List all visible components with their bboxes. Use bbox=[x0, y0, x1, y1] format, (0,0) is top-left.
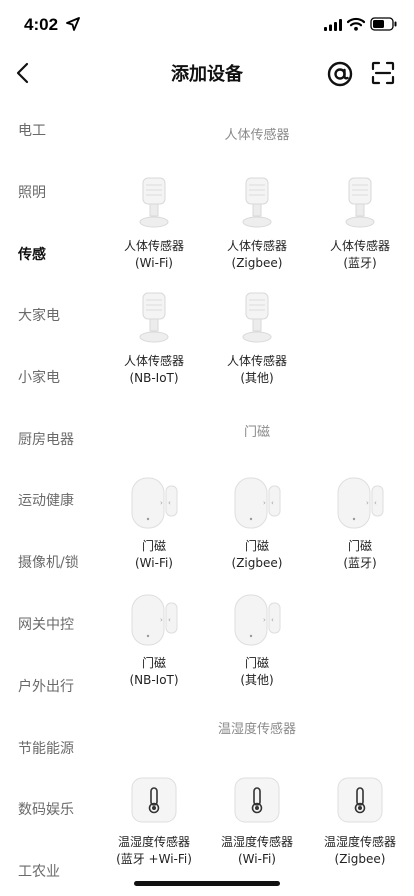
device-protocol: (Wi-Fi) bbox=[135, 256, 173, 270]
nav-bar: 添加设备 bbox=[0, 48, 414, 98]
device-name: 人体传感器 bbox=[123, 239, 184, 253]
motion-sensor-icon bbox=[242, 177, 272, 228]
door-sensor-icon: › ‹ bbox=[234, 594, 281, 646]
svg-text:‹: ‹ bbox=[168, 616, 171, 624]
door-sensor-icon: › ‹ bbox=[131, 594, 178, 646]
device-protocol: (Wi-Fi) bbox=[238, 852, 276, 866]
device-name: 人体传感器 bbox=[226, 239, 287, 253]
svg-text:›: › bbox=[160, 499, 163, 507]
scan-qr-icon[interactable] bbox=[371, 61, 395, 85]
device-card[interactable]: 人体传感器 (Zigbee) bbox=[207, 176, 307, 272]
device-name: 门磁 bbox=[141, 539, 166, 553]
sidebar-item-sensors[interactable]: 传感 bbox=[18, 244, 46, 264]
device-card[interactable]: 温湿度传感器 (Zigbee) bbox=[310, 772, 410, 868]
motion-sensor-icon bbox=[242, 292, 272, 343]
door-sensor-icon: › ‹ bbox=[337, 477, 384, 529]
sidebar-item-electrician[interactable]: 电工 bbox=[18, 120, 46, 140]
device-card[interactable]: 人体传感器 (蓝牙) bbox=[310, 176, 410, 272]
device-protocol: (Wi-Fi) bbox=[135, 556, 173, 570]
device-protocol: (Zigbee) bbox=[231, 556, 283, 570]
status-bar: 4:02 bbox=[0, 0, 414, 48]
device-card[interactable]: 温湿度传感器 (Wi-Fi) bbox=[207, 772, 307, 868]
device-protocol: (Zigbee) bbox=[334, 852, 386, 866]
device-protocol: (蓝牙) bbox=[343, 256, 377, 270]
device-protocol: (NB-IoT) bbox=[129, 371, 179, 385]
home-indicator[interactable] bbox=[134, 881, 280, 886]
sidebar-item-small-appliances[interactable]: 小家电 bbox=[18, 367, 60, 387]
svg-text:›: › bbox=[263, 616, 266, 624]
device-card[interactable]: 人体传感器 (NB-IoT) bbox=[104, 291, 204, 387]
device-card[interactable]: › ‹ 门磁 (Wi-Fi) bbox=[104, 476, 204, 572]
sidebar-item-digital[interactable]: 数码娱乐 bbox=[18, 799, 74, 819]
thermometer-sensor-icon bbox=[234, 777, 280, 823]
device-protocol: (NB-IoT) bbox=[129, 673, 179, 687]
svg-text:‹: ‹ bbox=[374, 499, 377, 507]
device-protocol: (Zigbee) bbox=[231, 256, 283, 270]
door-sensor-icon: › ‹ bbox=[131, 477, 178, 529]
motion-sensor-icon bbox=[139, 177, 169, 228]
device-name: 人体传感器 bbox=[226, 354, 287, 368]
device-name: 人体传感器 bbox=[123, 354, 184, 368]
motion-sensor-icon bbox=[345, 177, 375, 228]
sidebar-item-camera-lock[interactable]: 摄像机/锁 bbox=[18, 552, 79, 572]
sidebar-item-kitchen[interactable]: 厨房电器 bbox=[18, 429, 74, 449]
battery-icon bbox=[370, 17, 397, 31]
device-protocol: (其他) bbox=[240, 371, 274, 385]
door-sensor-icon: › ‹ bbox=[234, 477, 281, 529]
device-card[interactable]: › ‹ 门磁 (蓝牙) bbox=[310, 476, 410, 572]
svg-text:‹: ‹ bbox=[271, 616, 274, 624]
device-name: 人体传感器 bbox=[329, 239, 390, 253]
device-name: 温湿度传感器 bbox=[117, 835, 190, 849]
sidebar-item-gateway[interactable]: 网关中控 bbox=[18, 614, 74, 634]
device-card[interactable]: 人体传感器 (Wi-Fi) bbox=[104, 176, 204, 272]
sidebar-item-lighting[interactable]: 照明 bbox=[18, 182, 46, 202]
motion-sensor-icon bbox=[139, 292, 169, 343]
section-title-temp-humidity: 温湿度传感器 bbox=[217, 722, 296, 737]
sidebar-item-industry[interactable]: 工农业 bbox=[18, 861, 60, 881]
device-name: 门磁 bbox=[141, 656, 166, 670]
device-name: 温湿度传感器 bbox=[220, 835, 293, 849]
device-card[interactable]: 温湿度传感器 (蓝牙 +Wi-Fi) bbox=[104, 772, 204, 868]
device-card[interactable]: › ‹ 门磁 (NB-IoT) bbox=[104, 593, 204, 689]
thermometer-sensor-icon bbox=[337, 777, 383, 823]
device-name: 门磁 bbox=[244, 539, 269, 553]
sidebar-item-large-appliances[interactable]: 大家电 bbox=[18, 305, 60, 325]
svg-text:‹: ‹ bbox=[168, 499, 171, 507]
svg-text:›: › bbox=[160, 616, 163, 624]
device-protocol: (蓝牙) bbox=[343, 556, 377, 570]
at-sign-icon[interactable] bbox=[327, 61, 353, 87]
device-protocol: (蓝牙 +Wi-Fi) bbox=[116, 852, 192, 866]
wifi-icon bbox=[347, 17, 365, 31]
device-protocol: (其他) bbox=[240, 673, 274, 687]
sidebar-item-energy[interactable]: 节能能源 bbox=[18, 738, 74, 758]
section-title-motion: 人体传感器 bbox=[224, 128, 290, 143]
status-time: 4:02 bbox=[24, 15, 59, 34]
device-card[interactable]: › ‹ 门磁 (Zigbee) bbox=[207, 476, 307, 572]
svg-text:‹: ‹ bbox=[271, 499, 274, 507]
cellular-signal-icon bbox=[324, 19, 342, 31]
svg-text:›: › bbox=[263, 499, 266, 507]
svg-text:›: › bbox=[366, 499, 369, 507]
thermometer-sensor-icon bbox=[131, 777, 177, 823]
device-card[interactable]: 人体传感器 (其他) bbox=[207, 291, 307, 387]
device-name: 门磁 bbox=[244, 656, 269, 670]
device-card[interactable]: › ‹ 门磁 (其他) bbox=[207, 593, 307, 689]
location-arrow-icon bbox=[66, 17, 80, 31]
sidebar-item-outdoor[interactable]: 户外出行 bbox=[18, 676, 74, 696]
device-name: 温湿度传感器 bbox=[323, 835, 396, 849]
sidebar-item-fitness-health[interactable]: 运动健康 bbox=[18, 490, 74, 510]
section-title-door: 门磁 bbox=[243, 425, 270, 440]
device-name: 门磁 bbox=[347, 539, 372, 553]
